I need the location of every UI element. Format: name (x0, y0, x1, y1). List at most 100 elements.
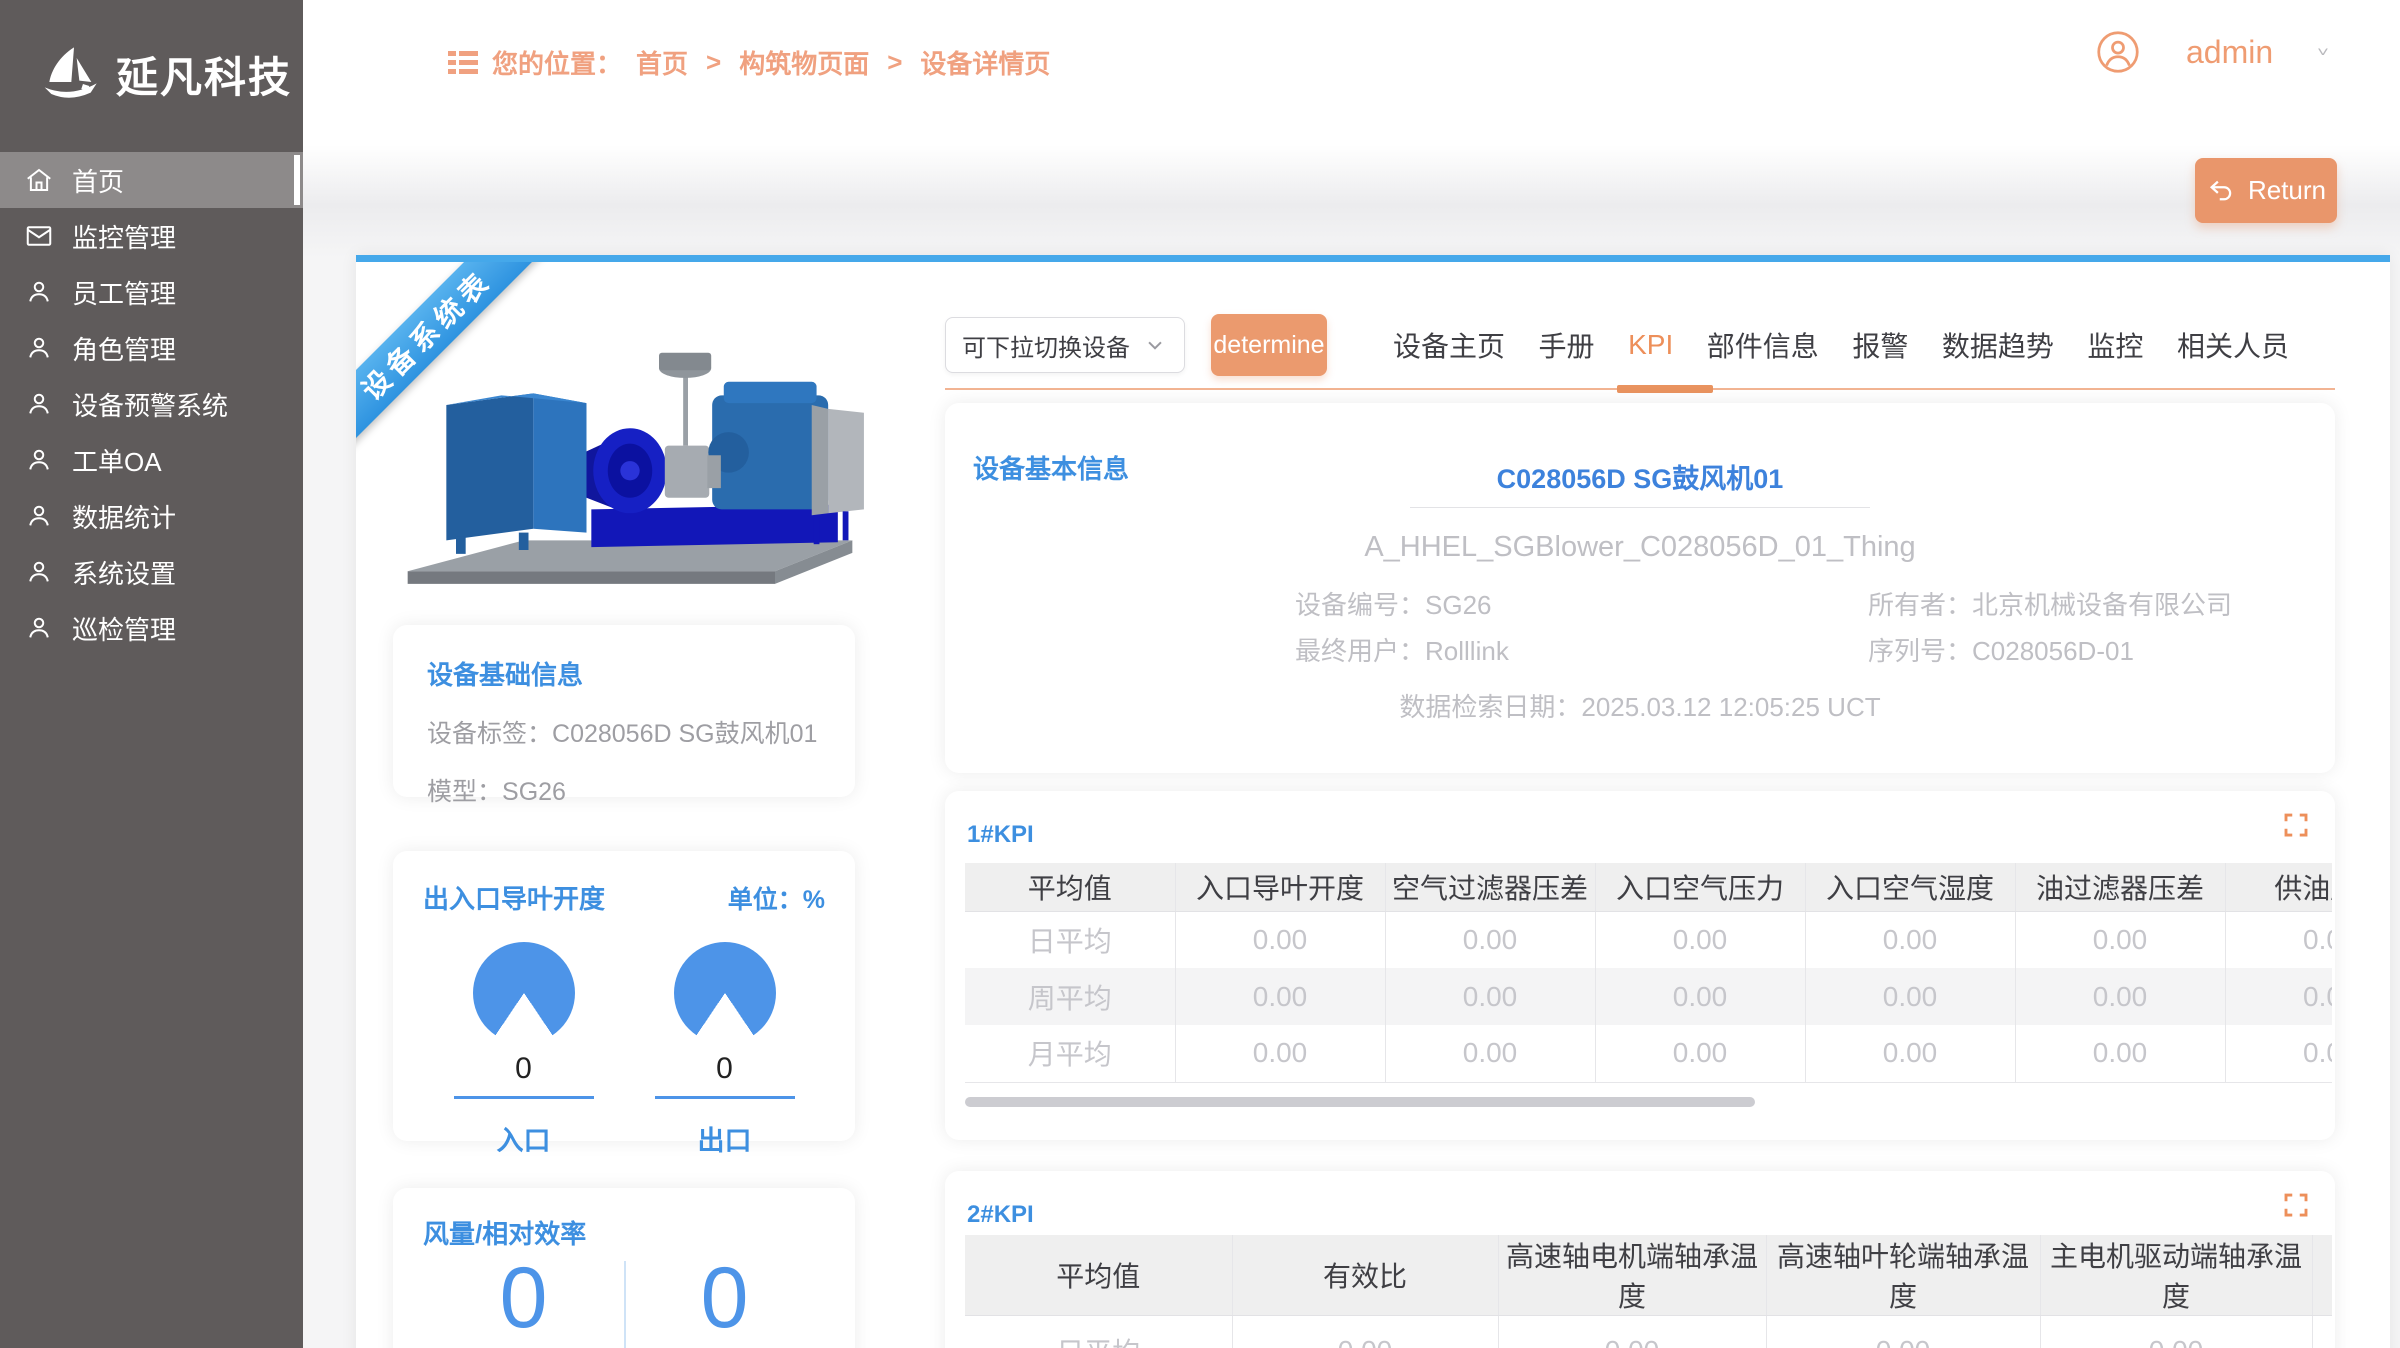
sidebar-menu: 首页 监控管理 员工管理 角色管理 (0, 152, 303, 656)
sidebar-item-label: 系统设置 (72, 554, 176, 591)
efficiency-value: 0 (624, 1255, 825, 1341)
sailboat-icon (34, 42, 106, 106)
device-base-info-panel: 设备基础信息 设备标签：C028056D SG鼓风机01 模型：SG26 (393, 625, 855, 797)
cell: 0.00 (2225, 911, 2332, 968)
divider (624, 1261, 626, 1348)
person-icon (24, 557, 54, 587)
sidebar-item-label: 数据统计 (72, 498, 176, 535)
sidebar-item-label: 员工管理 (72, 274, 176, 311)
breadcrumb-item-home[interactable]: 首页 (636, 44, 688, 81)
expand-icon[interactable] (2279, 809, 2313, 843)
sidebar-item-employee-mgmt[interactable]: 员工管理 (0, 264, 303, 320)
user-menu[interactable]: admin ˅ (2096, 30, 2329, 74)
tab-device-home[interactable]: 设备主页 (1393, 325, 1505, 365)
device-basic-info-card: 设备基本信息 C028056D SG鼓风机01 A_HHEL_SGBlower_… (945, 403, 2335, 773)
kpi1-horizontal-scrollbar[interactable] (965, 1097, 1755, 1107)
device-detail-page: 延凡科技 首页 监控管理 员工管理 (0, 0, 2400, 1348)
sidebar-item-monitoring-mgmt[interactable]: 监控管理 (0, 208, 303, 264)
mail-icon (24, 221, 54, 251)
outlet-gauge: 0 出口 (645, 942, 805, 1158)
outlet-gauge-label: 出口 (645, 1119, 805, 1158)
expand-icon[interactable] (2279, 1189, 2313, 1223)
tab-related-personnel[interactable]: 相关人员 (2177, 325, 2289, 365)
breadcrumb-item-structure-page[interactable]: 构筑物页面 (739, 44, 869, 81)
return-button-label: Return (2248, 175, 2326, 206)
column-header: 供油压力 (2225, 863, 2332, 911)
breadcrumb-item-device-detail[interactable]: 设备详情页 (920, 44, 1050, 81)
outlet-gauge-value: 0 (645, 1052, 805, 1086)
inlet-gauge: 0 入口 (444, 942, 604, 1158)
breadcrumb-prefix: 您的位置： (492, 44, 622, 81)
tab-kpi[interactable]: KPI (1628, 329, 1673, 361)
sidebar-item-warning-system[interactable]: 设备预警系统 (0, 376, 303, 432)
kpi2-title: 2#KPI (967, 1201, 1034, 1229)
person-icon (24, 277, 54, 307)
tab-alarm[interactable]: 报警 (1852, 325, 1908, 365)
tab-monitoring[interactable]: 监控 (2087, 325, 2143, 365)
tab-manual[interactable]: 手册 (1539, 325, 1595, 365)
sidebar-item-label: 巡检管理 (72, 610, 176, 647)
column-header: 油过滤器压差 (2015, 863, 2225, 911)
gauge-underline (655, 1096, 795, 1099)
cell: 0.00 (1385, 968, 1595, 1025)
controls-row: 可下拉切换设备 determine 设备主页 手册 KPI 部件信息 报警 数据… (945, 314, 2335, 396)
unit-label: 单位：% (728, 880, 825, 916)
row-label: 周平均 (965, 968, 1175, 1025)
device-model-value: SG26 (502, 778, 566, 806)
return-button[interactable]: Return (2195, 158, 2337, 223)
column-header: 入口导叶开度 (1175, 863, 1385, 911)
cell: 0.00 (1595, 911, 1805, 968)
column-header: 空气过滤器压差 (1385, 863, 1595, 911)
panel-title: 设备基础信息 (427, 655, 821, 692)
column-header: 平均值 (965, 863, 1175, 911)
kpi2-card: 2#KPI 平均值 有效比 高速轴电机端轴承温度 高速轴叶轮端轴承温度 主电机驱… (945, 1171, 2335, 1348)
panel-title: 风量/相对效率 (423, 1214, 825, 1251)
field-value: SG26 (1425, 590, 1492, 620)
sidebar-item-work-order-oa[interactable]: 工单OA (0, 432, 303, 488)
sidebar-item-data-statistics[interactable]: 数据统计 (0, 488, 303, 544)
device-number-field: 设备编号：SG26 (1295, 585, 1492, 622)
breadcrumb-separator: > (887, 47, 902, 78)
cell: 0.00 (1175, 1025, 1385, 1082)
sidebar: 延凡科技 首页 监控管理 员工管理 (0, 0, 303, 1348)
kpi2-table-viewport: 平均值 有效比 高速轴电机端轴承温度 高速轴叶轮端轴承温度 主电机驱动端轴承温度… (965, 1235, 2332, 1348)
cell: 0.00 (1805, 911, 2015, 968)
field-label: 所有者： (1868, 590, 1972, 620)
flow-metric: 0 Nm³/hr (423, 1255, 624, 1348)
cell: 0.00 (1385, 911, 1595, 968)
cell: 0.00 (1498, 1316, 1766, 1348)
device-select[interactable]: 可下拉切换设备 (945, 317, 1185, 373)
cell: 0.00 (1766, 1316, 2040, 1348)
cell: 0.00 (1175, 911, 1385, 968)
sidebar-item-label: 首页 (72, 162, 124, 199)
list-icon (448, 50, 478, 76)
cell: 0.00 (1595, 968, 1805, 1025)
inlet-gauge-value: 0 (444, 1052, 604, 1086)
flow-value: 0 (423, 1255, 624, 1341)
sidebar-item-role-mgmt[interactable]: 角色管理 (0, 320, 303, 376)
table-row: 周平均 0.00 0.00 0.00 0.00 0.00 0.00 (965, 968, 2332, 1025)
brand-logo[interactable]: 延凡科技 (0, 0, 303, 148)
device-select-value: 可下拉切换设备 (962, 328, 1142, 363)
kpi1-table: 平均值 入口导叶开度 空气过滤器压差 入口空气压力 入口空气湿度 油过滤器压差 … (965, 863, 2332, 1083)
sidebar-item-system-settings[interactable]: 系统设置 (0, 544, 303, 600)
cell: 0.00 (2015, 1025, 2225, 1082)
sidebar-item-label: 角色管理 (72, 330, 176, 367)
divider (1410, 507, 1870, 508)
home-icon (24, 165, 54, 195)
table-header-row: 平均值 有效比 高速轴电机端轴承温度 高速轴叶轮端轴承温度 主电机驱动端轴承温度 (965, 1235, 2332, 1316)
device-model-line: 模型：SG26 (427, 772, 821, 808)
determine-button[interactable]: determine (1211, 314, 1327, 376)
chevron-down-icon: ˅ (2317, 44, 2329, 60)
device-name[interactable]: C028056D SG鼓风机01 (945, 457, 2335, 496)
return-arrow-icon (2206, 176, 2236, 206)
sidebar-item-inspection-mgmt[interactable]: 巡检管理 (0, 600, 303, 656)
kpi1-title: 1#KPI (967, 821, 1034, 849)
tab-parts-info[interactable]: 部件信息 (1707, 325, 1819, 365)
table-header-row: 平均值 入口导叶开度 空气过滤器压差 入口空气压力 入口空气湿度 油过滤器压差 … (965, 863, 2332, 911)
cell: 0.00 (1805, 1025, 2015, 1082)
kpi1-table-viewport: 平均值 入口导叶开度 空气过滤器压差 入口空气压力 入口空气湿度 油过滤器压差 … (965, 863, 2332, 1083)
panel-title: 出入口导叶开度 (423, 879, 605, 916)
sidebar-item-home[interactable]: 首页 (0, 152, 303, 208)
tab-data-trend[interactable]: 数据趋势 (1942, 325, 2054, 365)
